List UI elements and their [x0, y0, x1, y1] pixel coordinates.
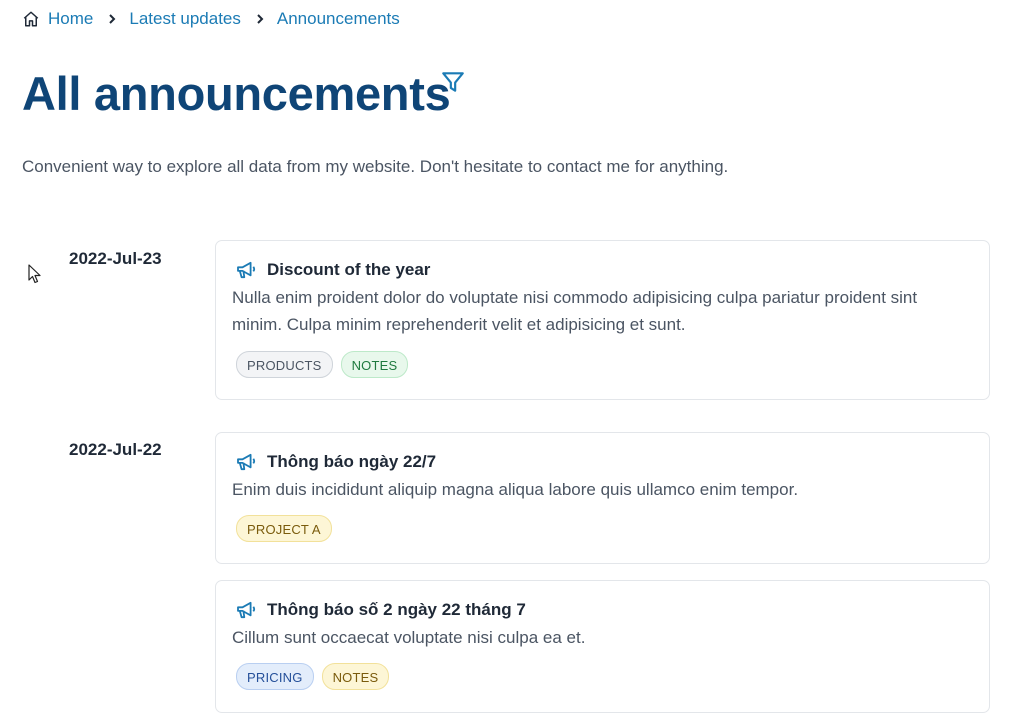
tag-list: PRODUCTS NOTES — [236, 351, 409, 378]
home-icon — [23, 11, 39, 27]
announcement-body: Cillum sunt occaecat voluptate nisi culp… — [232, 628, 586, 647]
announcement-header: Thông báo ngày 22/7 — [236, 452, 436, 472]
announcement-title: Thông báo số 2 ngày 22 tháng 7 — [267, 600, 526, 619]
announcement-title: Thông báo ngày 22/7 — [267, 452, 437, 471]
page-title: All announcements — [22, 67, 451, 120]
chevron-right-icon — [107, 13, 117, 25]
page-subtitle: Convenient way to explore all data from … — [22, 157, 729, 176]
tag-project-a[interactable]: PROJECT A — [236, 515, 332, 542]
filter-icon[interactable] — [440, 69, 466, 100]
breadcrumb-home-label: Home — [48, 9, 94, 28]
announcement-body: Nulla enim proident dolor do voluptate n… — [232, 288, 918, 334]
announcement-title: Discount of the year — [267, 260, 431, 279]
announcement-body: Enim duis incididunt aliquip magna aliqu… — [232, 480, 799, 499]
breadcrumb-announcements-link[interactable]: Announcements — [277, 9, 400, 29]
tag-list: PRICING NOTES — [236, 663, 390, 690]
megaphone-icon — [237, 261, 256, 279]
chevron-right-icon — [255, 13, 265, 25]
breadcrumb-home-link[interactable]: Home — [22, 9, 93, 29]
breadcrumb: Home Latest updates Announcements — [22, 9, 400, 29]
announcement-card[interactable]: Discount of the year Nulla enim proident… — [215, 240, 990, 400]
megaphone-icon — [237, 453, 256, 471]
tag-products[interactable]: PRODUCTS — [236, 351, 333, 378]
tag-notes[interactable]: NOTES — [321, 663, 390, 690]
announcement-header: Thông báo số 2 ngày 22 tháng 7 — [236, 600, 526, 620]
announcement-card[interactable]: Thông báo số 2 ngày 22 tháng 7 Cillum su… — [215, 580, 990, 713]
tag-pricing[interactable]: PRICING — [236, 663, 314, 690]
announcement-date: 2022-Jul-23 — [69, 249, 162, 268]
mouse-pointer-icon — [28, 264, 42, 289]
announcement-date: 2022-Jul-22 — [69, 440, 162, 459]
tag-notes[interactable]: NOTES — [340, 351, 409, 378]
announcement-header: Discount of the year — [236, 260, 430, 280]
megaphone-icon — [237, 601, 256, 619]
tag-list: PROJECT A — [236, 515, 332, 542]
announcement-card[interactable]: Thông báo ngày 22/7 Enim duis incididunt… — [215, 432, 990, 564]
breadcrumb-latest-updates-link[interactable]: Latest updates — [129, 9, 241, 29]
